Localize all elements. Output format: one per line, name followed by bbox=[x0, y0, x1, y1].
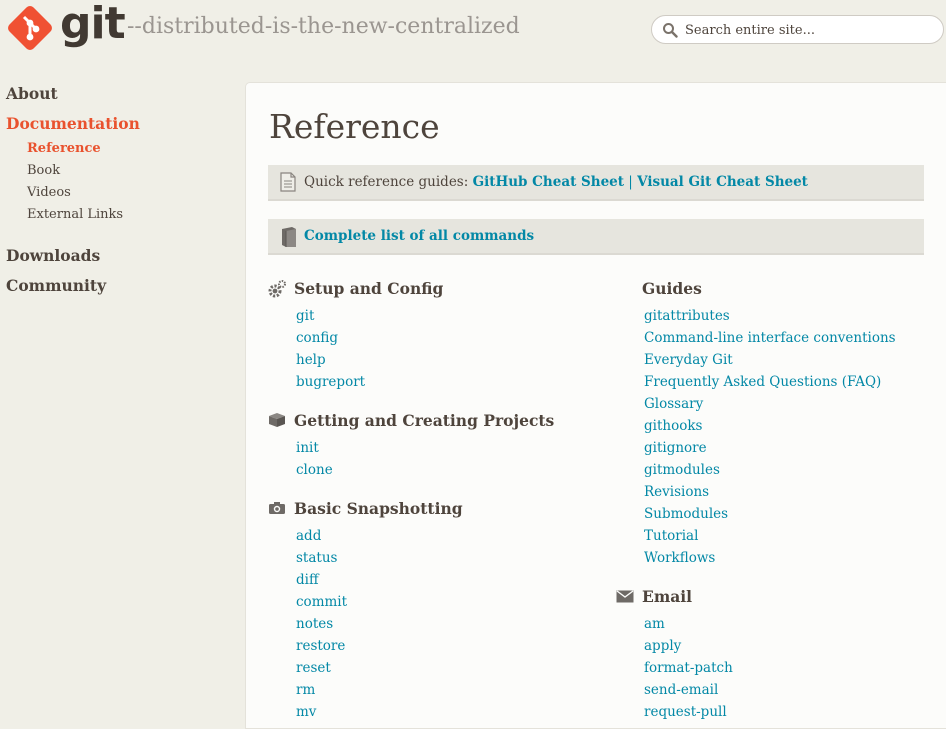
guide-link-gitmodules[interactable]: gitmodules bbox=[644, 462, 720, 478]
cmd-link-send-email[interactable]: send-email bbox=[644, 682, 718, 698]
guide-link-revisions[interactable]: Revisions bbox=[644, 484, 709, 500]
cmd-link-help[interactable]: help bbox=[296, 352, 326, 368]
gears-icon bbox=[268, 280, 286, 298]
sidebar-item-book[interactable]: Book bbox=[27, 163, 60, 178]
cmd-link-mv[interactable]: mv bbox=[296, 704, 316, 720]
section-title-basic-snapshotting: Basic Snapshotting bbox=[294, 499, 463, 518]
cmd-link-commit[interactable]: commit bbox=[296, 594, 347, 610]
cmd-link-request-pull[interactable]: request-pull bbox=[644, 704, 727, 720]
main-content: Reference Quick reference guides: GitHub… bbox=[245, 82, 946, 729]
cmd-link-init[interactable]: init bbox=[296, 440, 319, 456]
guide-link-workflows[interactable]: Workflows bbox=[644, 550, 715, 566]
section-title-getting-creating: Getting and Creating Projects bbox=[294, 411, 555, 430]
cmd-link-am[interactable]: am bbox=[644, 616, 665, 632]
sidebar-item-reference[interactable]: Reference bbox=[27, 141, 101, 156]
camera-icon bbox=[269, 502, 285, 514]
quick-reference-callout: Quick reference guides: GitHub Cheat She… bbox=[268, 165, 924, 201]
section-title-setup-config: Setup and Config bbox=[294, 279, 444, 298]
section-title-email: Email bbox=[642, 587, 693, 606]
quick-reference-prefix: Quick reference guides: bbox=[304, 174, 469, 190]
complete-command-list-link[interactable]: Complete list of all commands bbox=[304, 228, 534, 244]
cmd-link-bugreport[interactable]: bugreport bbox=[296, 374, 365, 390]
cmd-link-clone[interactable]: clone bbox=[296, 462, 333, 478]
cmd-link-status[interactable]: status bbox=[296, 550, 337, 566]
sidebar-item-downloads[interactable]: Downloads bbox=[6, 246, 100, 265]
cmd-link-rm[interactable]: rm bbox=[296, 682, 315, 698]
cmd-link-reset[interactable]: reset bbox=[296, 660, 331, 676]
cmd-link-format-patch[interactable]: format-patch bbox=[644, 660, 733, 676]
book-icon bbox=[282, 227, 296, 247]
brand-wordmark[interactable]: git bbox=[60, 0, 126, 49]
sidebar-item-about[interactable]: About bbox=[6, 84, 58, 103]
sidebar-item-community[interactable]: Community bbox=[6, 276, 106, 295]
sidebar-item-documentation[interactable]: Documentation bbox=[6, 114, 140, 133]
cmd-link-config[interactable]: config bbox=[296, 330, 338, 346]
guide-link-glossary[interactable]: Glossary bbox=[644, 396, 703, 412]
guide-link-cli-conventions[interactable]: Command-line interface conventions bbox=[644, 330, 896, 346]
guide-link-tutorial[interactable]: Tutorial bbox=[644, 528, 698, 544]
guide-link-gitattributes[interactable]: gitattributes bbox=[644, 308, 730, 324]
cmd-link-apply[interactable]: apply bbox=[644, 638, 681, 654]
document-icon bbox=[280, 172, 296, 192]
guide-link-githooks[interactable]: githooks bbox=[644, 418, 702, 434]
visual-git-cheat-sheet-link[interactable]: Visual Git Cheat Sheet bbox=[637, 174, 808, 190]
github-cheat-sheet-link[interactable]: GitHub Cheat Sheet bbox=[473, 174, 624, 190]
guide-link-gitignore[interactable]: gitignore bbox=[644, 440, 707, 456]
cmd-link-restore[interactable]: restore bbox=[296, 638, 345, 654]
search-input[interactable] bbox=[685, 20, 935, 40]
search-icon bbox=[663, 23, 678, 38]
all-commands-callout: Complete list of all commands bbox=[268, 219, 924, 255]
cmd-link-diff[interactable]: diff bbox=[296, 572, 319, 588]
link-separator: | bbox=[628, 174, 633, 190]
cmd-link-git[interactable]: git bbox=[296, 308, 314, 324]
cmd-link-notes[interactable]: notes bbox=[296, 616, 333, 632]
guide-link-everyday-git[interactable]: Everyday Git bbox=[644, 352, 733, 368]
search-box[interactable] bbox=[651, 15, 944, 44]
sidebar-item-videos[interactable]: Videos bbox=[27, 185, 71, 200]
cmd-link-add[interactable]: add bbox=[296, 528, 321, 544]
sidebar-item-external-links[interactable]: External Links bbox=[27, 207, 123, 222]
page-title: Reference bbox=[269, 107, 440, 146]
brand-tagline: --distributed-is-the-new-centralized bbox=[127, 14, 520, 39]
guide-link-faq[interactable]: Frequently Asked Questions (FAQ) bbox=[644, 374, 881, 390]
git-logo-icon[interactable] bbox=[6, 4, 54, 52]
guide-link-submodules[interactable]: Submodules bbox=[644, 506, 728, 522]
box-icon bbox=[269, 413, 285, 427]
section-title-guides: Guides bbox=[642, 279, 702, 298]
envelope-icon bbox=[616, 590, 634, 603]
